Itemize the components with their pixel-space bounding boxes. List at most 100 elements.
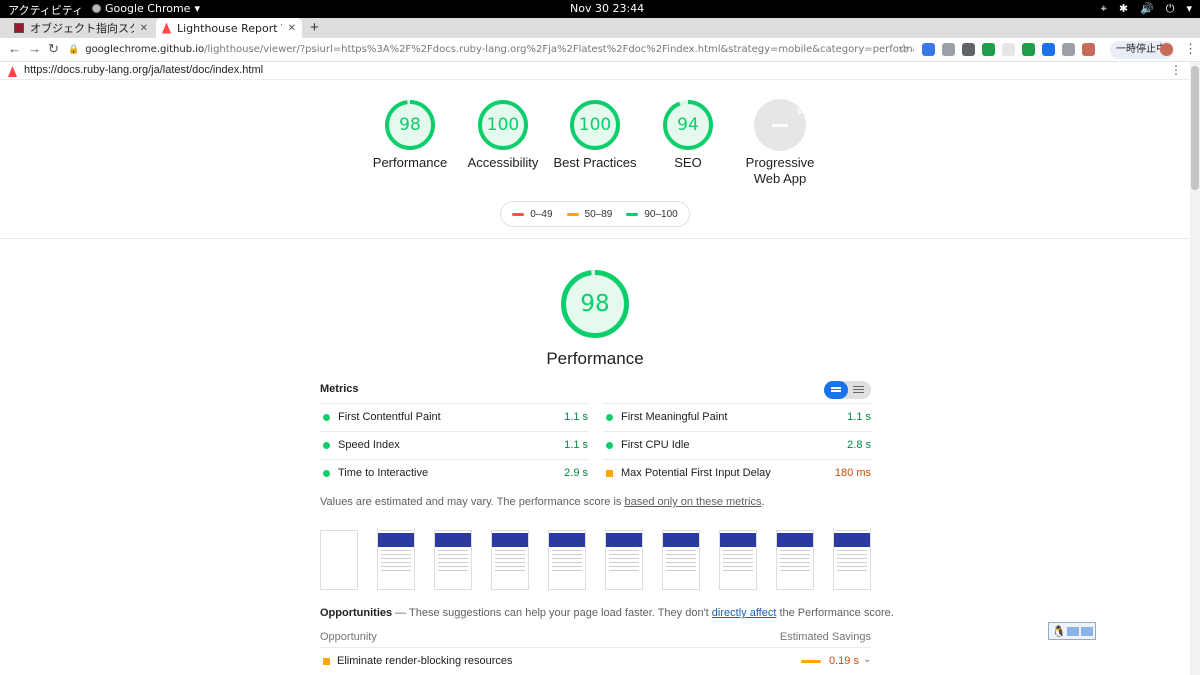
pwa-label-line2: Web App <box>753 171 807 186</box>
forward-icon[interactable]: → <box>28 41 41 56</box>
filmstrip-frame <box>377 530 415 590</box>
extension-icon[interactable] <box>942 43 955 56</box>
col-estimated-savings: Estimated Savings <box>779 631 871 643</box>
legend-swatch <box>626 212 639 216</box>
metric-name: Max Potential First Input Delay <box>621 467 771 479</box>
extensions-area <box>922 43 1095 56</box>
ruby-favicon-icon <box>14 23 24 33</box>
metric-name: First Meaningful Paint <box>621 411 728 423</box>
scrollbar-thumb[interactable] <box>1191 66 1199 190</box>
filmstrip-frame <box>719 530 757 590</box>
performance-title: Performance <box>546 349 644 368</box>
filmstrip-frame <box>491 530 529 590</box>
system-tray[interactable]: ⌖ ✱ 🔊 ⏻ ▾ <box>1101 2 1192 16</box>
directly-affect-link[interactable]: directly affect <box>712 607 777 619</box>
legend-swatch <box>566 212 579 216</box>
savings-bar <box>801 660 821 663</box>
address-bar[interactable]: 🔒 googlechrome.github.io/lighthouse/view… <box>68 40 914 60</box>
gauge-label: Progressive Web App <box>730 155 830 187</box>
metrics-view-toggle[interactable] <box>824 381 871 399</box>
extension-icon[interactable] <box>1022 43 1035 56</box>
url-path: /lighthouse/viewer/?psiurl=https%3A%2F%2… <box>204 44 914 55</box>
metric-first-meaningful-paint: First Meaningful Paint 1.1 s <box>603 403 871 431</box>
gauge-score: 100 <box>486 115 520 135</box>
pwa-badge-icon: PWA <box>754 99 815 151</box>
opportunity-row[interactable]: Eliminate render-blocking resources 0.19… <box>320 652 871 672</box>
average-indicator-icon <box>606 470 613 477</box>
gauge-performance[interactable]: 98 Performance <box>360 99 460 171</box>
bookmark-star-icon[interactable]: ☆ <box>898 41 910 57</box>
report-url[interactable]: https://docs.ruby-lang.org/ja/latest/doc… <box>24 64 263 76</box>
bluetooth-icon: ✱ <box>1118 2 1129 15</box>
keyboard-icon <box>1081 627 1093 636</box>
close-icon[interactable]: ✕ <box>140 23 148 34</box>
pass-indicator-icon <box>323 414 330 421</box>
gauge-ring: 100 <box>569 99 621 151</box>
opportunity-savings: 0.19 s <box>829 655 859 667</box>
system-top-bar: アクティビティ Google Chrome ▾ Nov 30 23:44 ⌖ ✱… <box>0 0 1200 18</box>
metrics-note: Values are estimated and may vary. The p… <box>320 496 765 508</box>
new-tab-button[interactable]: + <box>310 18 319 38</box>
extension-icon[interactable] <box>962 43 975 56</box>
tab-title: Lighthouse Report Viewer <box>177 21 282 35</box>
opportunities-heading: Opportunities — These suggestions can he… <box>320 607 894 619</box>
lock-icon[interactable]: 🔒 <box>68 40 79 60</box>
gauge-pwa[interactable]: PWA Progressive Web App <box>730 99 830 187</box>
col-opportunity: Opportunity <box>320 631 377 643</box>
metric-value: 2.9 s <box>564 467 588 479</box>
app-menu[interactable]: Google Chrome ▾ <box>92 2 200 15</box>
extension-icon[interactable] <box>922 43 935 56</box>
extension-icon[interactable] <box>1082 43 1095 56</box>
tab-lighthouse-viewer[interactable]: Lighthouse Report Viewer ✕ <box>156 18 302 38</box>
close-icon[interactable]: ✕ <box>288 23 296 34</box>
gauge-score: 100 <box>578 115 612 135</box>
metric-value: 2.8 s <box>847 439 871 451</box>
pass-indicator-icon <box>323 470 330 477</box>
pwa-badge-text: PWA <box>797 108 815 117</box>
metrics-heading: Metrics <box>320 383 359 395</box>
gauge-accessibility[interactable]: 100 Accessibility <box>453 99 553 171</box>
chevron-down-icon[interactable]: ⌄ <box>863 654 871 665</box>
opportunities-desc-suffix: the Performance score. <box>776 607 894 619</box>
back-icon[interactable]: ← <box>8 41 21 56</box>
section-divider <box>0 238 1190 239</box>
power-icon: ⏻ <box>1165 2 1175 15</box>
chrome-menu-icon[interactable]: ⋮ <box>1184 41 1197 57</box>
tab-ruby-docs[interactable]: オブジェクト指向スクリプ ✕ <box>8 18 154 38</box>
metric-name: Time to Interactive <box>338 467 429 479</box>
extension-icon[interactable] <box>982 43 995 56</box>
tux-icon: 🐧 <box>1052 626 1066 638</box>
metric-speed-index: Speed Index 1.1 s <box>320 431 588 459</box>
metrics-doc-link[interactable]: based only on these metrics <box>624 496 761 508</box>
metric-first-cpu-idle: First CPU Idle 2.8 s <box>603 431 871 459</box>
gauge-best-practices[interactable]: 100 Best Practices <box>545 99 645 171</box>
gauge-ring: 100 <box>477 99 529 151</box>
activities-button[interactable]: アクティビティ <box>8 2 83 18</box>
gauge-seo[interactable]: 94 SEO <box>638 99 738 171</box>
lighthouse-logo-icon <box>8 66 17 77</box>
legend-swatch <box>512 212 525 216</box>
lighthouse-favicon-icon <box>162 22 171 34</box>
note-suffix: . <box>761 496 765 508</box>
gauge-score: 98 <box>399 115 421 135</box>
filmstrip-frame <box>548 530 586 590</box>
filmstrip-frame <box>605 530 643 590</box>
filmstrip-frame <box>320 530 358 590</box>
url-host: googlechrome.github.io <box>85 44 205 55</box>
profile-avatar[interactable] <box>1160 43 1173 56</box>
reload-icon[interactable]: ↻ <box>48 41 59 57</box>
app-name: Google Chrome <box>105 2 191 15</box>
keyboard-icon <box>1067 627 1079 636</box>
extension-icon[interactable] <box>1042 43 1055 56</box>
input-method-indicator[interactable]: 🐧 <box>1048 622 1096 640</box>
page-scrollbar[interactable] <box>1190 62 1200 675</box>
extension-icon[interactable] <box>1002 43 1015 56</box>
report-menu-icon[interactable]: ⋮ <box>1170 63 1182 77</box>
extension-icon[interactable] <box>1062 43 1075 56</box>
metric-value: 1.1 s <box>847 411 871 423</box>
compact-view-icon[interactable] <box>824 381 848 399</box>
volume-icon: 🔊 <box>1140 2 1154 15</box>
average-indicator-icon <box>323 658 330 665</box>
clock[interactable]: Nov 30 23:44 <box>570 2 644 15</box>
gauge-ring: 94 <box>662 99 714 151</box>
